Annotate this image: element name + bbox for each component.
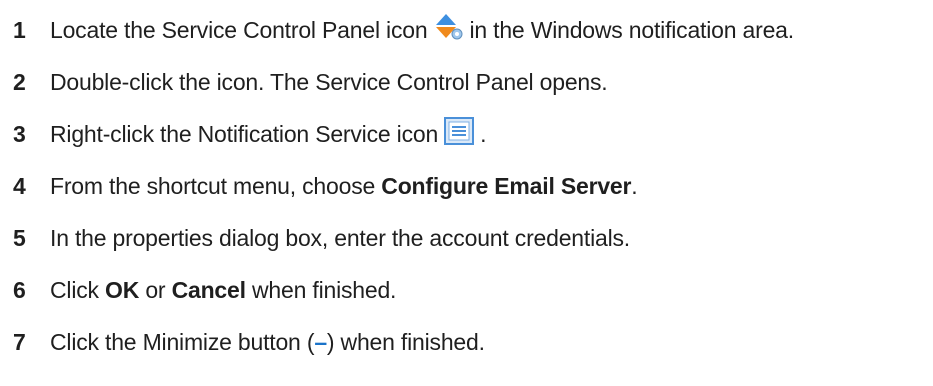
step-text: Click <box>50 276 106 303</box>
step-text: Right-click the Notification Service ico… <box>50 120 439 147</box>
step-text: ) when finished. <box>326 328 485 355</box>
step-6: 6 Click OK or Cancel when finished. <box>0 270 396 310</box>
step-number: 1 <box>13 16 26 43</box>
step-1: 1 Locate the Service Control Panel icon … <box>0 10 794 50</box>
step-number: 7 <box>13 328 26 355</box>
instruction-steps: 1 Locate the Service Control Panel icon … <box>0 0 933 386</box>
step-text: Click the Minimize button ( <box>50 328 315 355</box>
step-text: . <box>631 172 638 199</box>
step-text: in the Windows notification area. <box>469 16 794 43</box>
step-text: From the shortcut menu, choose <box>50 172 382 199</box>
ok-button-name: OK <box>105 276 140 303</box>
step-text: . <box>480 120 487 147</box>
service-control-panel-icon <box>433 13 463 47</box>
step-7: 7 Click the Minimize button ( – ) when f… <box>0 322 485 362</box>
step-number: 3 <box>13 120 26 147</box>
step-4: 4 From the shortcut menu, choose Configu… <box>0 166 638 206</box>
step-number: 4 <box>13 172 26 199</box>
menu-item-name: Configure Email Server <box>381 172 632 199</box>
step-number: 2 <box>13 68 26 95</box>
step-2: 2 Double-click the icon. The Service Con… <box>0 62 608 102</box>
step-text: Double-click the icon. The Service Contr… <box>50 68 608 95</box>
step-number: 6 <box>13 276 26 303</box>
step-text: Locate the Service Control Panel icon <box>50 16 428 43</box>
step-text: In the properties dialog box, enter the … <box>50 224 630 251</box>
notification-service-icon <box>444 117 475 151</box>
step-3: 3 Right-click the Notification Service i… <box>0 114 486 154</box>
minimize-symbol: – <box>314 328 327 355</box>
step-5: 5 In the properties dialog box, enter th… <box>0 218 630 258</box>
cancel-button-name: Cancel <box>171 276 246 303</box>
step-text: when finished. <box>245 276 397 303</box>
step-text: or <box>139 276 172 303</box>
step-number: 5 <box>13 224 26 251</box>
